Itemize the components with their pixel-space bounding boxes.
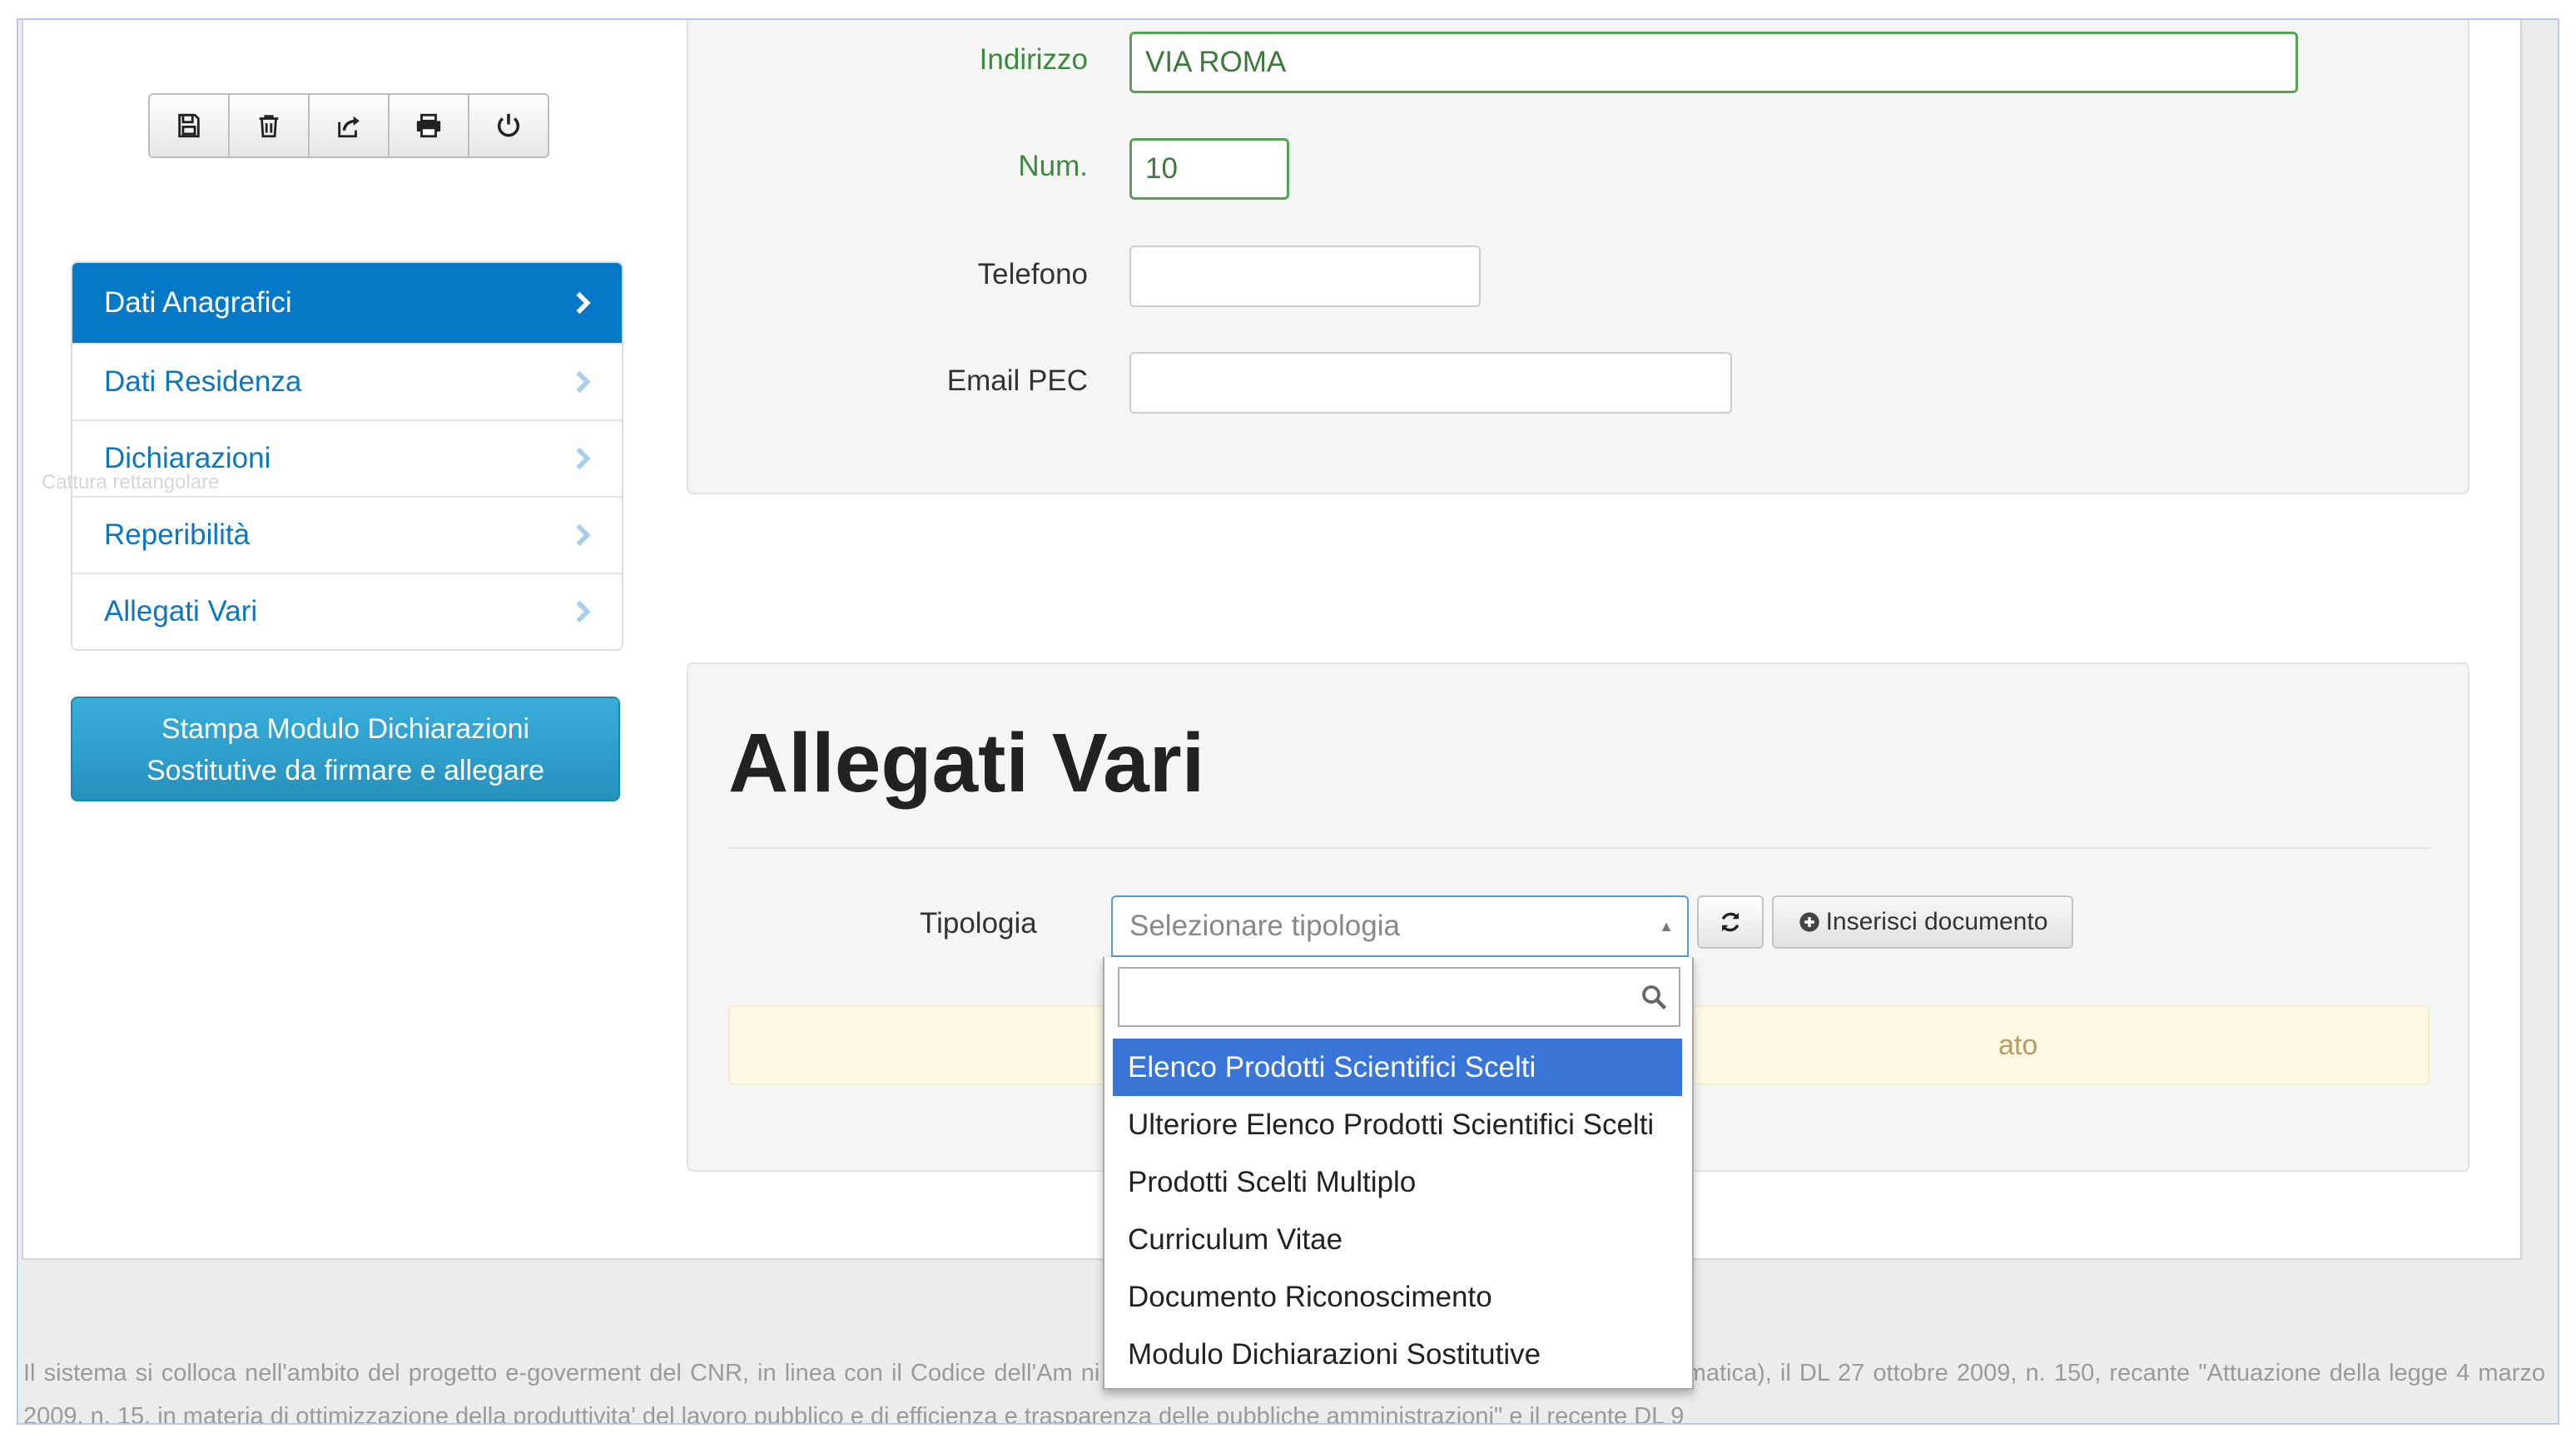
print-button-line1: Stampa Modulo Dichiarazioni: [161, 713, 530, 745]
alert-text: ato: [1998, 1029, 2038, 1061]
dropdown-option[interactable]: Elenco Prodotti Scientifici Scelti: [1113, 1039, 1682, 1096]
toolbar: [148, 93, 549, 158]
tipologia-label: Tipologia: [920, 907, 1037, 940]
tipologia-select[interactable]: Selezionare tipologia ▲: [1111, 895, 1689, 957]
screenshot-watermark: Cattura rettangolare: [42, 471, 220, 493]
refresh-button[interactable]: [1697, 895, 1764, 949]
sidebar-item-reperibilita[interactable]: Reperibilità: [72, 496, 622, 573]
dropdown-options: Elenco Prodotti Scientifici Scelti Ulter…: [1113, 1039, 1682, 1383]
residenza-form-panel: Indirizzo VIA ROMA Num. 10 Telefono Emai…: [687, 20, 2469, 494]
section-title: Allegati Vari: [728, 717, 1205, 810]
sidebar-item-dati-residenza[interactable]: Dati Residenza: [72, 343, 622, 419]
num-label: Num.: [1018, 150, 1088, 182]
dropdown-option[interactable]: Modulo Dichiarazioni Sostitutive: [1113, 1326, 1682, 1383]
telefono-label: Telefono: [977, 258, 1088, 290]
print-declarations-button[interactable]: Stampa Modulo Dichiarazioni Sostitutive …: [71, 697, 620, 801]
num-input[interactable]: 10: [1129, 138, 1289, 200]
indirizzo-label: Indirizzo: [979, 43, 1088, 76]
sidebar-item-dati-anagrafici[interactable]: Dati Anagrafici: [72, 263, 622, 343]
print-button-line2: Sostitutive da firmare e allegare: [146, 755, 545, 786]
power-icon: [497, 113, 520, 137]
email-pec-input[interactable]: [1129, 352, 1732, 414]
insert-document-button[interactable]: Inserisci documento: [1772, 895, 2073, 949]
dropdown-option[interactable]: Ulteriore Elenco Prodotti Scientifici Sc…: [1113, 1096, 1682, 1153]
indirizzo-input[interactable]: VIA ROMA: [1129, 32, 2298, 93]
chevron-right-icon: [576, 370, 591, 394]
caret-up-icon: ▲: [1659, 918, 1674, 935]
chevron-right-icon: [576, 447, 591, 470]
sidebar-item-label: Dati Residenza: [104, 365, 302, 398]
refresh-icon: [1721, 912, 1740, 932]
chevron-right-icon: [576, 291, 591, 315]
dropdown-option[interactable]: Documento Riconoscimento: [1113, 1268, 1682, 1326]
sidebar-item-label: Allegati Vari: [104, 595, 258, 627]
sidebar-item-label: Dichiarazioni: [104, 442, 271, 474]
delete-button[interactable]: [230, 95, 310, 156]
select-placeholder: Selezionare tipologia: [1129, 910, 1400, 942]
sidebar-item-label: Dati Anagrafici: [104, 286, 292, 319]
trash-icon: [259, 115, 279, 138]
dropdown-search-input[interactable]: [1118, 967, 1680, 1027]
dropdown-option[interactable]: Curriculum Vitae: [1113, 1211, 1682, 1268]
insert-document-label: Inserisci documento: [1825, 908, 2048, 935]
sidebar-nav: Dati Anagrafici Dati Residenza Dichiaraz…: [71, 261, 623, 651]
floppy-disk-icon: [178, 113, 200, 138]
telefono-input[interactable]: [1129, 245, 1481, 307]
tipologia-dropdown: Elenco Prodotti Scientifici Scelti Ulter…: [1103, 957, 1694, 1390]
search-icon: [1642, 985, 1667, 1010]
share-button[interactable]: [310, 95, 390, 156]
plus-circle-icon: [1799, 912, 1819, 932]
dropdown-option[interactable]: Prodotti Scelti Multiplo: [1113, 1153, 1682, 1211]
section-divider: [728, 847, 2430, 849]
chevron-right-icon: [576, 523, 591, 547]
printer-icon: [416, 113, 441, 138]
share-icon: [338, 116, 360, 138]
sidebar-item-label: Reperibilità: [104, 518, 251, 551]
chevron-right-icon: [576, 600, 591, 623]
save-button[interactable]: [150, 95, 230, 156]
logout-button[interactable]: [469, 95, 548, 156]
print-button[interactable]: [390, 95, 469, 156]
email-pec-label: Email PEC: [946, 364, 1088, 397]
sidebar-item-allegati-vari[interactable]: Allegati Vari: [72, 573, 622, 649]
